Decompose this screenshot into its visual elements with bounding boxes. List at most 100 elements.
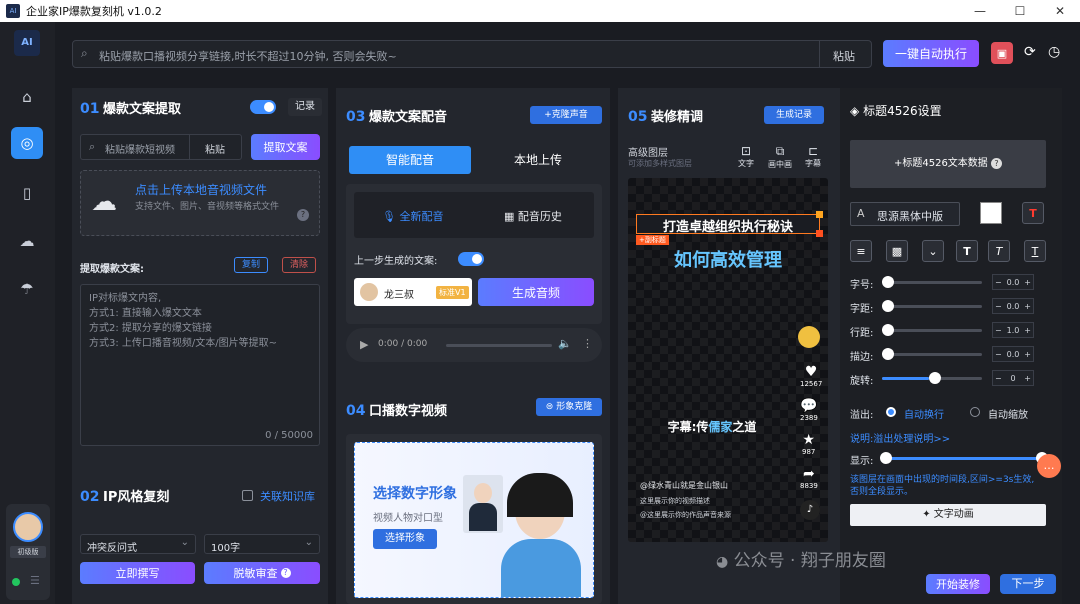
maximize-icon[interactable]: ☐ <box>1000 0 1040 22</box>
minus-icon[interactable]: − <box>993 278 1004 287</box>
kb-label[interactable]: 关联知识库 <box>260 488 315 504</box>
text-color-icon[interactable]: T <box>1022 202 1044 224</box>
upload-area[interactable]: ☁ 点击上传本地音视频文件 支持文件、图片、音视频等格式文件 ? <box>80 170 320 236</box>
underline-icon[interactable]: T <box>1024 240 1046 262</box>
share-action[interactable]: ➦ 8839 <box>800 466 818 490</box>
minus-icon[interactable]: − <box>993 302 1004 311</box>
minus-icon[interactable]: − <box>993 374 1004 383</box>
menu-icon[interactable]: ☰ <box>30 574 40 587</box>
resize-handle[interactable] <box>816 230 823 237</box>
target-icon[interactable]: ◎ <box>11 127 43 159</box>
slider-knob[interactable] <box>929 372 941 384</box>
kb-checkbox[interactable] <box>242 490 253 501</box>
plus-icon[interactable]: + <box>1022 278 1033 287</box>
slider-knob[interactable] <box>882 348 894 360</box>
refresh-icon[interactable]: ⟳ <box>1024 44 1036 60</box>
avatar-clone-button[interactable]: ⊜ 形象克隆 <box>536 398 602 416</box>
color-swatch[interactable] <box>980 202 1002 224</box>
clear-button[interactable]: 清除 <box>282 257 316 273</box>
url-input-box[interactable]: ⌕ 粘贴爆款口播视频分享链接,时长不超过10分钟, 否则会失败~ 粘贴 <box>72 40 872 68</box>
s01-toggle[interactable] <box>250 100 276 114</box>
setting-slider[interactable] <box>882 281 982 284</box>
app-store-icon[interactable]: ▣ <box>991 42 1013 64</box>
add-text-tool[interactable]: ⊡ 文字 <box>738 144 754 169</box>
minus-icon[interactable]: − <box>993 326 1004 335</box>
plus-icon[interactable]: + <box>1022 302 1033 311</box>
tab-smart-dub[interactable]: 智能配音 <box>349 146 471 174</box>
value-stepper[interactable]: −0.0 + <box>992 346 1034 362</box>
resize-handle[interactable] <box>816 211 823 218</box>
show-slider-knob[interactable] <box>880 452 892 464</box>
url-paste-button[interactable]: 粘贴 <box>833 48 855 64</box>
italic-icon[interactable]: T <box>988 240 1010 262</box>
audio-player[interactable]: ▶ 0:00 / 0:00 🔈 ⋮ <box>346 328 602 362</box>
record-button[interactable]: 记录 <box>288 98 322 116</box>
user-card[interactable]: 初级版 ☰ <box>6 504 50 600</box>
chat-icon[interactable]: … <box>1037 454 1061 478</box>
short-video-input-box[interactable]: ⌕ 粘贴爆款短视频 粘贴 <box>80 134 242 160</box>
next-step-button[interactable]: 下一步 <box>1000 574 1056 594</box>
minimize-icon[interactable]: — <box>960 0 1000 22</box>
voice-select[interactable]: 龙三叔 标准V1 <box>354 278 472 306</box>
auto-scale-label[interactable]: 自动缩放 <box>988 406 1028 421</box>
avatar-banner[interactable]: 选择数字形象 视频人物对口型 选择形象 <box>354 442 594 598</box>
font-select[interactable]: A 思源黑体中版 <box>850 202 960 226</box>
play-icon[interactable]: ▶ <box>360 338 368 351</box>
comment-action[interactable]: 💬 2389 <box>800 398 818 422</box>
video-preview[interactable]: 打造卓越组织执行秘诀 +副标题 如何高效管理 字幕:传儒家之道 ♥ 12567 💬… <box>628 178 828 542</box>
plus-icon[interactable]: + <box>1022 350 1033 359</box>
text-anim-button[interactable]: ✦ 文字动画 <box>850 504 1046 526</box>
style-select[interactable]: 冲突反问式 ⌄ <box>80 534 196 554</box>
auto-scale-radio[interactable] <box>970 407 980 417</box>
audio-progress[interactable] <box>446 344 552 347</box>
align-icon[interactable]: ≡ <box>850 240 872 262</box>
value-stepper[interactable]: −0 + <box>992 370 1034 386</box>
dropdown-icon[interactable]: ⌄ <box>922 240 944 262</box>
auto-run-button[interactable]: 一键自动执行 <box>883 40 979 67</box>
favorite-action[interactable]: ★ 987 <box>802 432 815 456</box>
cloud-icon[interactable]: ☁ <box>14 228 40 254</box>
bold-icon[interactable]: T <box>956 240 978 262</box>
slider-knob[interactable] <box>882 324 894 336</box>
title-data-button[interactable]: +标题4526文本数据 ? <box>850 140 1046 188</box>
phone-icon[interactable]: ▯ <box>14 180 40 206</box>
overflow-help-link[interactable]: 说明:溢出处理说明>> <box>850 430 950 445</box>
gen-audio-button[interactable]: 生成音频 <box>478 278 594 306</box>
value-stepper[interactable]: −0.0 + <box>992 298 1034 314</box>
add-caption-tool[interactable]: ⊏ 字幕 <box>805 144 821 169</box>
value-stepper[interactable]: −1.0 + <box>992 322 1034 338</box>
s01-paste-button[interactable]: 粘贴 <box>205 141 225 156</box>
plus-icon[interactable]: + <box>1022 326 1033 335</box>
help-icon[interactable]: ? <box>297 209 309 221</box>
select-avatar-button[interactable]: 选择形象 <box>373 529 437 549</box>
new-dub-button[interactable]: 🎙 全新配音 <box>382 208 443 224</box>
setting-slider[interactable] <box>882 353 982 356</box>
short-video-input[interactable]: 粘贴爆款短视频 <box>105 141 175 156</box>
auto-wrap-radio[interactable] <box>886 407 896 417</box>
clone-voice-button[interactable]: +克隆声音 <box>530 106 602 124</box>
extract-button[interactable]: 提取文案 <box>251 134 320 160</box>
volume-icon[interactable]: 🔈 <box>558 337 572 350</box>
history-icon[interactable]: ◷ <box>1048 44 1060 60</box>
auto-wrap-label[interactable]: 自动换行 <box>904 406 944 421</box>
minus-icon[interactable]: − <box>993 350 1004 359</box>
prev-text-toggle[interactable] <box>458 252 484 266</box>
copy-button[interactable]: 复制 <box>234 257 268 273</box>
setting-slider[interactable] <box>882 329 982 332</box>
gen-record-button[interactable]: 生成记录 <box>764 106 824 124</box>
write-button[interactable]: 立即撰写 <box>80 562 195 584</box>
add-pip-tool[interactable]: ⧉ 画中画 <box>768 144 792 170</box>
setting-slider[interactable] <box>882 305 982 308</box>
title-layer[interactable]: 打造卓越组织执行秘诀 <box>636 211 823 237</box>
shadow-icon[interactable]: ▩ <box>886 240 908 262</box>
plus-icon[interactable]: + <box>1022 374 1033 383</box>
url-input[interactable]: 粘贴爆款口播视频分享链接,时长不超过10分钟, 否则会失败~ <box>99 48 397 64</box>
tab-local-upload[interactable]: 本地上传 <box>478 146 598 174</box>
umbrella-icon[interactable]: ☂ <box>14 276 40 302</box>
value-stepper[interactable]: −0.0 + <box>992 274 1034 290</box>
slider-knob[interactable] <box>882 300 894 312</box>
start-decor-button[interactable]: 开始装修 <box>926 574 990 594</box>
home-icon[interactable]: ⌂ <box>14 84 40 110</box>
like-action[interactable]: ♥ 12567 <box>800 364 822 388</box>
more-icon[interactable]: ⋮ <box>582 337 593 350</box>
